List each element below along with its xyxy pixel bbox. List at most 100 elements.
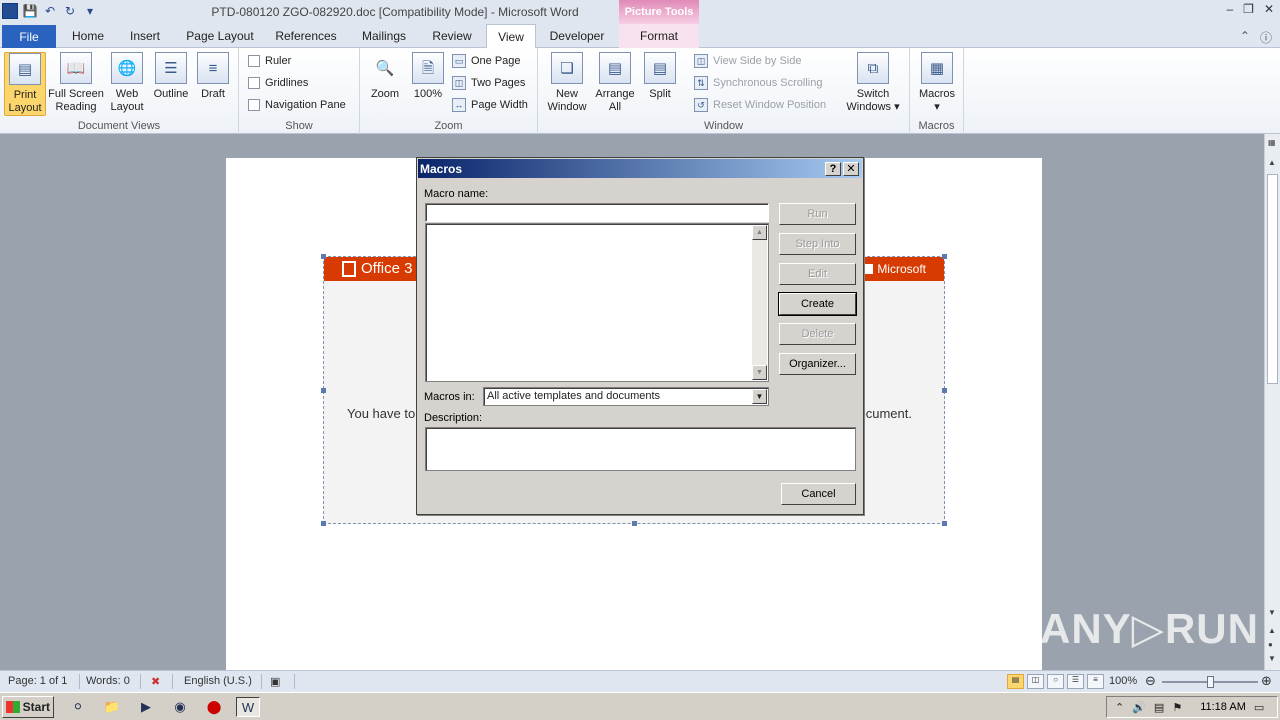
switch-windows-button[interactable]: ⧉ Switch Windows ▾ — [842, 52, 904, 114]
zoom-out-icon[interactable]: ⊖ — [1145, 673, 1156, 689]
page-count[interactable]: Page: 1 of 1 — [8, 675, 67, 687]
show-desktop-icon[interactable]: ▭ — [1254, 701, 1264, 714]
vertical-scrollbar[interactable]: ▦ ▲ ▼ ▲ ● ▼ — [1264, 134, 1280, 670]
resize-handle[interactable] — [321, 254, 326, 259]
tab-format[interactable]: Format — [619, 24, 699, 48]
print-layout-button[interactable]: ▤ Print Layout — [4, 52, 46, 116]
clock[interactable]: 11:18 AM — [1200, 701, 1246, 713]
draft-button[interactable]: ≡ Draft — [194, 52, 232, 101]
proofing-icon[interactable]: ✖ — [151, 675, 160, 688]
one-page-icon: ▭ — [452, 54, 466, 68]
macro-name-input[interactable] — [425, 203, 769, 222]
tab-file[interactable]: File — [2, 25, 56, 48]
macro-record-icon[interactable]: ▣ — [270, 675, 280, 688]
macros-button[interactable]: ▦ Macros ▾ — [916, 52, 958, 114]
close-icon[interactable]: ✕ — [1264, 2, 1274, 16]
tray-expand-icon[interactable]: ⌃ — [1115, 701, 1124, 714]
scroll-down-icon[interactable]: ▼ — [1268, 608, 1276, 617]
tab-page-layout[interactable]: Page Layout — [180, 24, 260, 48]
browse-object-icon[interactable]: ● — [1268, 640, 1273, 649]
ruler-toggle-icon[interactable]: ▦ — [1268, 138, 1276, 147]
scroll-down-icon[interactable]: ▼ — [752, 365, 767, 380]
web-layout-button[interactable]: 🌐 Web Layout — [106, 52, 148, 114]
resize-handle[interactable] — [942, 521, 947, 526]
scroll-up-icon[interactable]: ▲ — [1268, 158, 1276, 167]
delete-button[interactable]: Delete — [779, 323, 856, 345]
minimize-ribbon-icon[interactable]: ⌃ — [1240, 29, 1250, 46]
dialog-close-button[interactable]: ✕ — [843, 162, 859, 176]
new-window-button[interactable]: ❏ New Window — [544, 52, 590, 114]
organizer-button[interactable]: Organizer... — [779, 353, 856, 375]
zoom-in-icon[interactable]: ⊕ — [1261, 673, 1272, 689]
tab-insert[interactable]: Insert — [120, 24, 170, 48]
page-width-button[interactable]: ↔ Page Width — [452, 98, 528, 112]
word-taskbar-icon[interactable]: W — [236, 697, 260, 717]
word-count[interactable]: Words: 0 — [86, 675, 130, 687]
next-page-icon[interactable]: ▼ — [1268, 654, 1276, 663]
view-side-by-side-button[interactable]: ◫ View Side by Side — [694, 54, 801, 68]
zoom-button[interactable]: 🔍 Zoom — [366, 52, 404, 101]
zoom-100-button[interactable]: 🗎 100% — [410, 52, 446, 101]
scroll-thumb[interactable] — [1267, 174, 1278, 384]
opera-icon[interactable]: ⬤ — [202, 697, 226, 717]
arrange-all-button[interactable]: ▤ Arrange All — [592, 52, 638, 114]
cancel-button[interactable]: Cancel — [781, 483, 856, 505]
synchronous-scrolling-button[interactable]: ⇅ Synchronous Scrolling — [694, 76, 822, 90]
internet-explorer-icon[interactable]: ⚪ — [66, 697, 90, 717]
one-page-button[interactable]: ▭ One Page — [452, 54, 521, 68]
run-button[interactable]: Run — [779, 203, 856, 225]
zoom-slider-knob[interactable] — [1207, 676, 1214, 688]
two-pages-button[interactable]: ◫ Two Pages — [452, 76, 525, 90]
dialog-title-bar[interactable]: Macros ? ✕ — [418, 159, 862, 178]
reset-window-position-button[interactable]: ↺ Reset Window Position — [694, 98, 826, 112]
start-button[interactable]: Start — [2, 696, 54, 718]
media-player-icon[interactable]: ▶ — [134, 697, 158, 717]
full-screen-view-icon[interactable]: ◫ — [1027, 674, 1044, 689]
zoom-level[interactable]: 100% — [1109, 675, 1137, 687]
tab-review[interactable]: Review — [424, 24, 480, 48]
network-icon[interactable]: ▤ — [1154, 701, 1164, 714]
print-layout-view-icon[interactable]: ▤ — [1007, 674, 1024, 689]
tab-home[interactable]: Home — [62, 24, 114, 48]
outline-view-icon[interactable]: ☰ — [1067, 674, 1084, 689]
resize-handle[interactable] — [942, 254, 947, 259]
minimize-icon[interactable]: – — [1226, 2, 1233, 16]
macros-in-select[interactable]: All active templates and documents ▼ — [483, 387, 769, 406]
previous-page-icon[interactable]: ▲ — [1268, 626, 1276, 635]
draft-view-icon[interactable]: ≡ — [1087, 674, 1104, 689]
create-button[interactable]: Create — [778, 292, 857, 316]
scroll-up-icon[interactable]: ▲ — [752, 225, 767, 240]
gridlines-checkbox[interactable]: Gridlines — [248, 77, 308, 89]
macro-list-scrollbar[interactable]: ▲ ▼ — [752, 225, 767, 380]
step-into-button[interactable]: Step Into — [779, 233, 856, 255]
tab-references[interactable]: References — [268, 24, 344, 48]
checkbox-icon — [248, 55, 260, 67]
resize-handle[interactable] — [321, 521, 326, 526]
tab-view[interactable]: View — [486, 24, 536, 49]
folder-icon[interactable]: 📁 — [100, 697, 124, 717]
ruler-checkbox[interactable]: Ruler — [248, 55, 291, 67]
outline-button[interactable]: ☰ Outline — [150, 52, 192, 101]
help-icon[interactable]: ⓘ — [1260, 29, 1272, 46]
tab-developer[interactable]: Developer — [542, 24, 612, 48]
tab-mailings[interactable]: Mailings — [354, 24, 414, 48]
flag-icon[interactable]: ⚑ — [1172, 701, 1182, 714]
dialog-help-button[interactable]: ? — [825, 162, 841, 176]
chrome-icon[interactable]: ◉ — [168, 697, 192, 717]
language-indicator[interactable]: English (U.S.) — [184, 675, 252, 687]
zoom-slider[interactable] — [1162, 676, 1258, 688]
macros-dialog: Macros ? ✕ Macro name: ▲ ▼ Macros in: Al… — [416, 157, 864, 515]
resize-handle[interactable] — [632, 521, 637, 526]
chevron-down-icon[interactable]: ▼ — [752, 389, 767, 404]
resize-handle[interactable] — [942, 388, 947, 393]
macro-list[interactable]: ▲ ▼ — [425, 223, 769, 382]
volume-icon[interactable]: 🔊 — [1132, 701, 1146, 714]
restore-icon[interactable]: ❐ — [1243, 2, 1254, 16]
split-button[interactable]: ▤ Split — [642, 52, 678, 101]
edit-button[interactable]: Edit — [779, 263, 856, 285]
web-layout-view-icon[interactable]: ○ — [1047, 674, 1064, 689]
resize-handle[interactable] — [321, 388, 326, 393]
full-screen-reading-button[interactable]: 📖 Full Screen Reading — [48, 52, 104, 114]
two-pages-icon: ◫ — [452, 76, 466, 90]
navigation-pane-checkbox[interactable]: Navigation Pane — [248, 99, 346, 111]
